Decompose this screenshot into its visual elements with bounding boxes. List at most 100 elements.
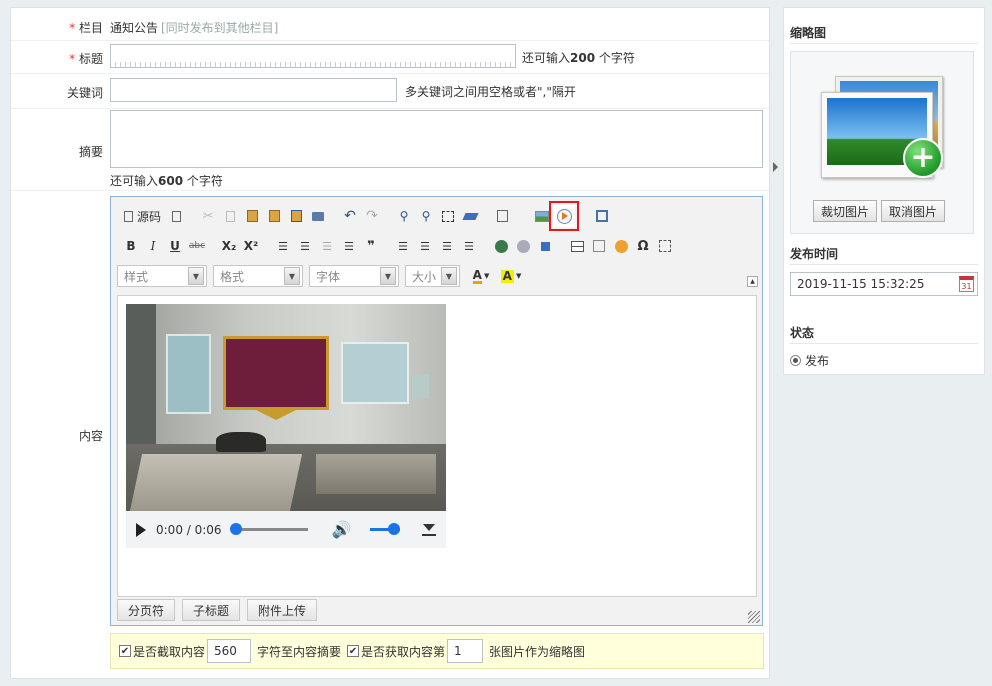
download-icon[interactable]	[421, 523, 436, 537]
keywords-row: 关键词 多关键词之间用空格或者","隔开	[11, 74, 769, 109]
align-right-button[interactable]: ☰	[436, 235, 458, 257]
find-button[interactable]: ⚲	[393, 205, 415, 227]
resize-handle-icon[interactable]	[748, 611, 760, 623]
truncate-checkbox[interactable]: ✔	[119, 645, 131, 657]
subscript-button[interactable]: X₂	[218, 235, 240, 257]
required-mark: *	[69, 52, 76, 66]
outdent-button[interactable]: ☰	[316, 235, 338, 257]
superscript-button[interactable]: X²	[240, 235, 262, 257]
source-label: 源码	[137, 209, 162, 224]
main-form: * 栏目 通知公告 [同时发布到其他栏目] * 标题 还可输入200 个字符 关…	[10, 7, 770, 679]
anchor-button[interactable]	[534, 235, 556, 257]
link-button[interactable]	[490, 235, 512, 257]
smiley-button[interactable]	[610, 235, 632, 257]
publish-time-value: 2019-11-15 15:32:25	[797, 277, 925, 291]
print-button[interactable]	[307, 205, 329, 227]
crop-image-button[interactable]: 裁切图片	[813, 200, 878, 222]
status-title: 状态	[790, 326, 815, 340]
column-label-text: 栏目	[78, 21, 103, 35]
radio-icon[interactable]	[790, 355, 801, 366]
cancel-image-button[interactable]: 取消图片	[881, 200, 946, 222]
volume-icon[interactable]: 🔊	[332, 520, 352, 539]
redo-button[interactable]: ↷	[361, 205, 383, 227]
attachment-upload-button[interactable]: 附件上传	[247, 599, 318, 621]
title-label-text: 标题	[78, 52, 103, 66]
indent-button[interactable]: ☰	[338, 235, 360, 257]
video-controls: 0:00 / 0:06 🔊	[126, 511, 446, 548]
font-combo[interactable]: 字体 ▼	[309, 265, 399, 287]
add-image-icon[interactable]: +	[903, 138, 943, 178]
size-combo[interactable]: 大小 ▼	[405, 265, 460, 287]
undo-icon: ↶	[344, 208, 356, 224]
thumbnail-title: 缩略图	[790, 26, 827, 40]
replace-button[interactable]: ⚲	[415, 205, 437, 227]
text-color-button[interactable]: A ▼	[466, 265, 496, 287]
cut-button[interactable]: ✂	[197, 205, 219, 227]
seek-bar[interactable]	[229, 523, 308, 535]
maximize-button[interactable]	[591, 205, 613, 227]
video-button[interactable]	[549, 201, 580, 231]
flag-icon	[540, 241, 550, 251]
bg-color-button[interactable]: A ▼	[496, 265, 526, 287]
align-justify-button[interactable]: ☰	[458, 235, 480, 257]
unlink-globe-icon	[516, 239, 530, 253]
align-left-button[interactable]: ☰	[392, 235, 414, 257]
format-combo[interactable]: 格式 ▼	[213, 265, 303, 287]
outdent-icon: ☰	[322, 239, 332, 253]
publish-time-input[interactable]: 2019-11-15 15:32:25 31	[790, 272, 978, 296]
summary-textarea[interactable]	[110, 110, 763, 168]
truncate-length-input[interactable]: 560	[207, 639, 252, 663]
page-break-footer-button[interactable]: 分页符	[117, 599, 176, 621]
paste-word-button[interactable]	[285, 205, 307, 227]
title-label: * 标题	[11, 50, 103, 67]
subtitle-button[interactable]: 子标题	[182, 599, 241, 621]
select-all-button[interactable]	[437, 205, 459, 227]
page-break-button[interactable]	[654, 235, 676, 257]
smiley-icon	[614, 239, 628, 253]
play-icon[interactable]	[136, 522, 146, 537]
paste-text-button[interactable]	[263, 205, 285, 227]
paste-icon	[246, 210, 258, 222]
blockquote-button[interactable]: ❞	[360, 235, 382, 257]
thumbnail-index-input[interactable]: 1	[447, 639, 484, 663]
summary-row: 摘要 还可输入600 个字符	[11, 109, 769, 191]
status-option[interactable]: 发布	[790, 352, 829, 369]
editor-content-area[interactable]: 0:00 / 0:06 🔊	[117, 295, 757, 597]
bold-button[interactable]: B	[120, 235, 142, 257]
volume-slider[interactable]	[369, 523, 400, 535]
seek-handle[interactable]	[229, 523, 242, 535]
collapse-toolbar-button[interactable]: ▲	[747, 276, 758, 287]
style-combo[interactable]: 样式 ▼	[117, 265, 207, 287]
source-button[interactable]: 源码	[120, 205, 165, 227]
toggle-sidebar-icon[interactable]	[773, 162, 778, 172]
special-char-button[interactable]: Ω	[632, 235, 654, 257]
undo-button[interactable]: ↶	[339, 205, 361, 227]
calendar-icon[interactable]: 31	[959, 276, 974, 292]
unlink-button[interactable]	[512, 235, 534, 257]
preview-button[interactable]	[491, 205, 513, 227]
document-button[interactable]	[165, 205, 187, 227]
other-columns-link[interactable]: [同时发布到其他栏目]	[161, 19, 278, 36]
bulleted-list-button[interactable]: ☰	[294, 235, 316, 257]
column-row: * 栏目 通知公告 [同时发布到其他栏目]	[11, 8, 769, 41]
copy-button[interactable]	[219, 205, 241, 227]
keywords-label: 关键词	[66, 86, 103, 100]
thumbnail-box[interactable]: + 裁切图片 取消图片	[790, 51, 974, 234]
volume-handle[interactable]	[387, 523, 400, 535]
list-group: ☰ ☰ ☰ ☰ ❞	[269, 234, 385, 258]
numbered-list-button[interactable]: ☰	[272, 235, 294, 257]
image-button[interactable]	[531, 205, 553, 227]
paste-button[interactable]	[241, 205, 263, 227]
thumbnail-checkbox[interactable]: ✔	[347, 645, 360, 657]
strikethrough-button[interactable]: abc	[186, 235, 208, 257]
remove-format-button[interactable]	[459, 205, 481, 227]
thumbnail-actions: 裁切图片 取消图片	[813, 200, 946, 222]
underline-button[interactable]: U	[164, 235, 186, 257]
horizontal-rule-button[interactable]	[588, 235, 610, 257]
keywords-input[interactable]	[110, 78, 397, 102]
table-button[interactable]	[566, 235, 588, 257]
align-center-button[interactable]: ☰	[414, 235, 436, 257]
italic-button[interactable]: I	[142, 235, 164, 257]
embedded-video[interactable]: 0:00 / 0:06 🔊	[126, 304, 446, 548]
title-input[interactable]	[110, 44, 516, 68]
